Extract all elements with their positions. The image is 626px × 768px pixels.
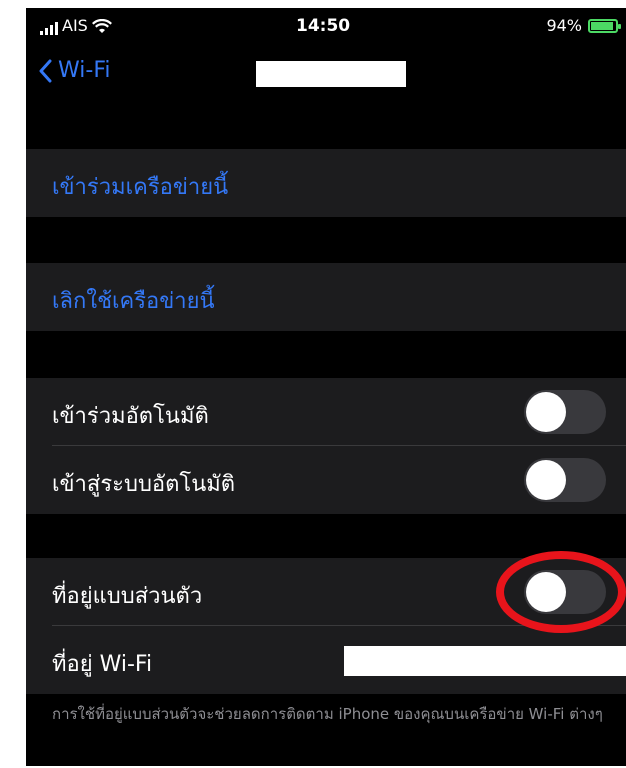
divider: [52, 445, 626, 446]
join-network-row[interactable]: เข้าร่วมเครือข่ายนี้: [26, 149, 626, 217]
privacy-footer-note: การใช้ที่อยู่แบบส่วนตัวจะช่วยลดการติดตาม…: [52, 705, 603, 723]
wifi-address-label: ที่อยู่ Wi-Fi: [52, 652, 153, 677]
wifi-icon: [91, 19, 112, 33]
wifi-network-detail-screen: AIS 14:50 94% Wi-Fi เข้าร่วมเครือข่ายนี้…: [26, 8, 626, 766]
status-left: AIS: [40, 16, 112, 35]
chevron-left-icon: [39, 59, 52, 82]
auto-login-label: เข้าสู่ระบบอัตโนมัติ: [52, 472, 236, 497]
cellular-signal-icon: [40, 21, 58, 35]
toggle-knob: [526, 392, 566, 432]
status-bar: AIS 14:50 94%: [26, 8, 626, 48]
highlight-circle: [496, 551, 626, 633]
status-right: 94%: [546, 16, 621, 35]
forget-network-row[interactable]: เลิกใช้เครือข่ายนี้: [26, 263, 626, 331]
private-address-label: ที่อยู่แบบส่วนตัว: [52, 584, 203, 609]
forget-network-label: เลิกใช้เครือข่ายนี้: [52, 289, 215, 314]
back-button[interactable]: Wi-Fi: [38, 58, 111, 83]
toggle-knob: [526, 460, 566, 500]
carrier-label: AIS: [62, 16, 88, 35]
auto-join-toggle[interactable]: [524, 390, 606, 434]
redacted-network-name: [256, 61, 406, 87]
redacted-wifi-address: [344, 646, 626, 676]
join-network-label: เข้าร่วมเครือข่ายนี้: [52, 175, 229, 200]
auto-login-toggle[interactable]: [524, 458, 606, 502]
battery-charging-icon: [588, 18, 621, 33]
battery-percent: 94%: [546, 16, 582, 35]
auto-join-label: เข้าร่วมอัตโนมัติ: [52, 404, 209, 429]
back-label: Wi-Fi: [58, 58, 111, 83]
auto-settings-group: เข้าร่วมอัตโนมัติ เข้าสู่ระบบอัตโนมัติ: [26, 378, 626, 514]
navigation-bar: Wi-Fi: [26, 48, 626, 112]
status-time: 14:50: [296, 16, 351, 36]
